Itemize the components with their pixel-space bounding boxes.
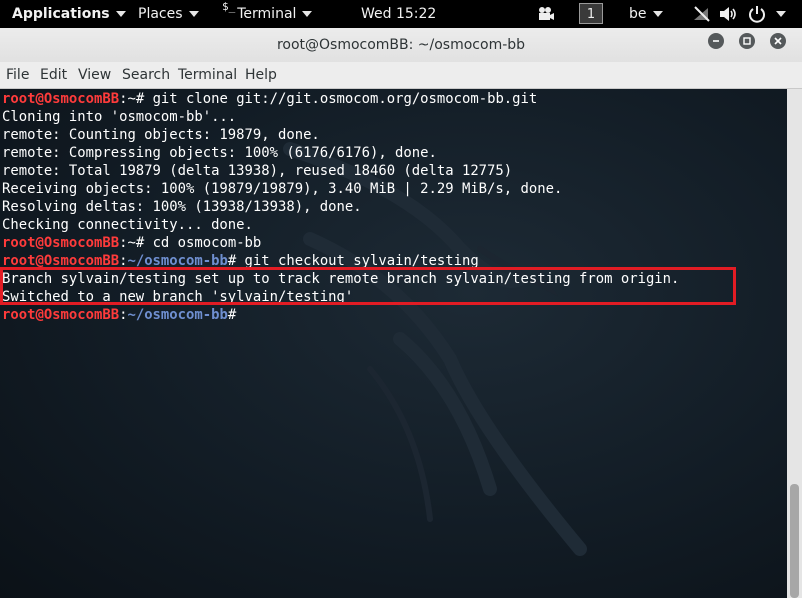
- window-title: root@OsmocomBB: ~/osmocom-bb: [276, 37, 526, 53]
- applications-label: Applications: [12, 6, 110, 22]
- command-text: # git clone git://git.osmocom.org/osmoco…: [135, 91, 538, 107]
- close-icon: [774, 37, 782, 45]
- terminal-prompt-line: root@OsmocomBB:~/osmocom-bb#: [2, 306, 679, 324]
- terminal-prompt-line: root@OsmocomBB:~# git clone git://git.os…: [2, 90, 679, 108]
- menu-edit[interactable]: Edit: [40, 62, 67, 88]
- clock[interactable]: Wed 15:22: [361, 0, 436, 28]
- window-titlebar[interactable]: root@OsmocomBB: ~/osmocom-bb: [0, 28, 802, 63]
- keyboard-layout-menu[interactable]: be: [629, 0, 663, 28]
- command-text: # cd osmocom-bb: [135, 235, 262, 251]
- terminal-area[interactable]: root@OsmocomBB:~# git clone git://git.os…: [0, 89, 787, 598]
- terminal-prompt-line: root@OsmocomBB:~# cd osmocom-bb: [2, 234, 679, 252]
- highlight-box: [0, 267, 736, 305]
- chevron-down-icon: [652, 11, 663, 17]
- camera-icon[interactable]: [536, 4, 556, 24]
- terminal-output-line: remote: Compressing objects: 100% (6176/…: [2, 145, 437, 161]
- terminal-app-label: Terminal: [237, 6, 297, 22]
- menu-terminal[interactable]: Terminal: [178, 62, 237, 88]
- menu-file[interactable]: File: [6, 62, 29, 88]
- minimize-icon: [713, 40, 719, 42]
- top-panel: Applications Places $_ Terminal Wed 15:22…: [0, 0, 802, 28]
- prompt-path: ~/osmocom-bb: [127, 307, 228, 323]
- terminal-output-line: remote: Total 19879 (delta 13938), reuse…: [2, 163, 513, 179]
- terminal-icon: $_: [222, 0, 236, 13]
- chevron-down-icon: [115, 11, 126, 17]
- prompt-user: root@OsmocomBB: [2, 307, 120, 323]
- prompt-path: ~: [127, 235, 136, 251]
- scrollbar-thumb[interactable]: [790, 484, 799, 598]
- maximize-icon: [743, 37, 751, 45]
- minimize-button[interactable]: [708, 33, 724, 49]
- network-disabled-icon[interactable]: [692, 4, 712, 24]
- terminal-output-line: Checking connectivity... done.: [2, 217, 253, 233]
- menu-search[interactable]: Search: [122, 62, 170, 88]
- close-button[interactable]: [770, 33, 786, 49]
- terminal-scrollbar[interactable]: [787, 89, 802, 598]
- menu-help[interactable]: Help: [245, 62, 277, 88]
- volume-icon[interactable]: [718, 4, 738, 24]
- command-text: #: [227, 307, 237, 323]
- prompt-user: root@OsmocomBB: [2, 235, 120, 251]
- applications-menu[interactable]: Applications: [12, 0, 126, 28]
- chevron-down-icon: [302, 11, 313, 17]
- prompt-user: root@OsmocomBB: [2, 91, 120, 107]
- menu-view[interactable]: View: [78, 62, 111, 88]
- menu-bar: File Edit View Search Terminal Help: [0, 62, 802, 89]
- keyboard-layout-label: be: [629, 6, 647, 22]
- terminal-output-line: Receiving objects: 100% (19879/19879), 3…: [2, 181, 563, 197]
- chevron-down-icon: [188, 11, 199, 17]
- maximize-button[interactable]: [739, 33, 755, 49]
- terminal-app-menu[interactable]: $_ Terminal: [222, 0, 313, 28]
- power-icon[interactable]: [747, 4, 767, 24]
- places-menu[interactable]: Places: [138, 0, 199, 28]
- prompt-path: ~: [127, 91, 136, 107]
- system-menu-chevron-icon[interactable]: [776, 11, 786, 17]
- workspace-indicator[interactable]: 1: [579, 3, 603, 24]
- terminal-output-line: remote: Counting objects: 19879, done.: [2, 127, 320, 143]
- terminal-output-line: Resolving deltas: 100% (13938/13938), do…: [2, 199, 362, 215]
- places-label: Places: [138, 6, 183, 22]
- terminal-output-line: Cloning into 'osmocom-bb'...: [2, 109, 237, 125]
